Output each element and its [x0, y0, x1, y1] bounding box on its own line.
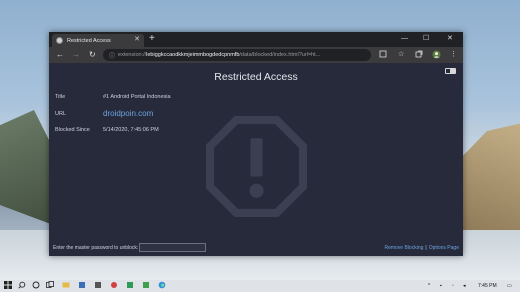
address-prefix: extension://	[118, 52, 147, 58]
windows-taskbar: ^ ▪ ▫ ◂ 7:45 PM ▭	[0, 280, 520, 292]
browser-toolbar: ← → ↻ ⓘ extension://lebiggkccaodkkmjeimm…	[49, 47, 463, 63]
maximize-button[interactable]: ☐	[423, 34, 429, 43]
close-window-button[interactable]: ✕	[447, 34, 453, 43]
tab-favicon-icon	[56, 37, 63, 44]
tray-chevron-icon[interactable]: ^	[428, 283, 430, 289]
collections-icon[interactable]	[415, 50, 423, 62]
warning-octagon-icon	[206, 116, 307, 217]
task-view-icon[interactable]	[46, 281, 54, 292]
theme-toggle[interactable]	[445, 68, 456, 74]
taskbar-clock[interactable]: 7:45 PM	[478, 283, 497, 289]
url-link[interactable]: droidpoin.com	[103, 109, 153, 118]
address-extension-id: lebiggkccaodkkmjeimmbogdedcpnmfb	[146, 52, 240, 58]
forward-button[interactable]: →	[72, 49, 80, 61]
app-icon-1[interactable]	[62, 281, 70, 292]
network-icon[interactable]: ▫	[452, 283, 454, 289]
new-tab-button[interactable]: +	[149, 33, 155, 45]
password-prompt-label: Enter the master password to unblock:	[53, 245, 139, 251]
cortana-icon[interactable]	[32, 281, 40, 292]
app-icon-6[interactable]	[142, 281, 150, 292]
address-suffix: /data/blocked/index.html?url=ht...	[239, 52, 321, 58]
site-info-icon[interactable]: ⓘ	[109, 51, 115, 60]
blocked-since-value: 5/14/2020, 7:45:06 PM	[103, 127, 159, 133]
tab-restricted-access[interactable]: Restricted Access ✕	[52, 34, 144, 47]
refresh-button[interactable]: ↻	[89, 49, 96, 61]
profile-avatar-icon[interactable]	[432, 50, 441, 63]
url-label: URL	[55, 111, 67, 117]
volume-icon[interactable]: ◂	[463, 283, 466, 289]
address-bar[interactable]: ⓘ extension://lebiggkccaodkkmjeimmbogded…	[103, 49, 371, 61]
read-aloud-icon[interactable]	[379, 50, 387, 62]
browser-window: Restricted Access ✕ + — ☐ ✕ ← → ↻ ⓘ exte…	[49, 32, 463, 256]
tab-title: Restricted Access	[67, 37, 111, 44]
notifications-icon[interactable]: ▭	[507, 283, 512, 289]
minimize-button[interactable]: —	[401, 34, 408, 43]
master-password-input[interactable]	[139, 243, 206, 252]
favorite-star-icon[interactable]: ☆	[398, 50, 404, 60]
app-icon-4[interactable]	[110, 281, 118, 292]
search-icon[interactable]	[18, 281, 26, 292]
page-title: Restricted Access	[214, 71, 298, 83]
tray-app-icon[interactable]: ▪	[440, 283, 442, 289]
app-icon-5[interactable]	[126, 281, 134, 292]
tab-bar: Restricted Access ✕ + — ☐ ✕	[49, 32, 463, 47]
options-page-link[interactable]: Options Page	[429, 245, 459, 251]
title-label: Title	[55, 94, 66, 100]
tab-close-icon[interactable]: ✕	[134, 35, 140, 43]
bottom-links: Remove Blocking | Options Page	[384, 245, 459, 251]
app-icon-3[interactable]	[94, 281, 102, 292]
title-value: #1 Android Portal Indonesia	[103, 94, 171, 100]
blocked-since-label: Blocked Since	[55, 127, 90, 133]
app-icon-2[interactable]	[78, 281, 86, 292]
start-button[interactable]	[4, 281, 12, 292]
settings-menu-icon[interactable]: ⋮	[450, 50, 457, 60]
wallpaper-hill-right	[455, 120, 520, 230]
back-button[interactable]: ←	[56, 49, 64, 61]
edge-browser-icon[interactable]	[158, 281, 166, 292]
link-separator: |	[425, 245, 427, 251]
remove-blocking-link[interactable]: Remove Blocking	[384, 245, 423, 251]
blocked-page: Restricted Access Title #1 Android Porta…	[49, 63, 463, 256]
